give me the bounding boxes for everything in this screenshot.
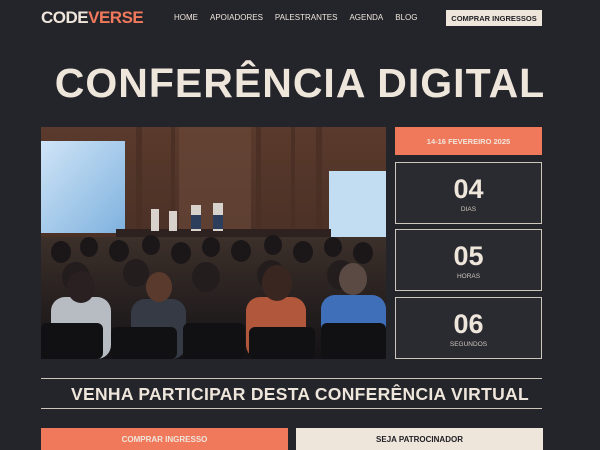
countdown-seconds: 06 SEGUNDOS	[395, 297, 542, 359]
divider-bottom	[41, 408, 542, 409]
top-navbar: CODEVERSE HOME APOIADORES PALESTRANTES A…	[0, 0, 600, 36]
countdown-days-label: DIAS	[460, 206, 477, 213]
nav-item-blog[interactable]: BLOG	[395, 13, 417, 22]
countdown-hours-label: HORAS	[456, 273, 481, 280]
tagline-heading: VENHA PARTICIPAR DESTA CONFERÊNCIA VIRTU…	[71, 384, 529, 404]
nav-item-agenda[interactable]: AGENDA	[349, 13, 383, 22]
page-title: CONFERÊNCIA DIGITAL	[54, 60, 546, 106]
countdown-seconds-value: 06	[453, 309, 484, 339]
countdown-seconds-label: SEGUNDOS	[449, 341, 488, 348]
main-menu: HOME APOIADORES PALESTRANTES AGENDA BLOG	[174, 13, 429, 22]
brand-logo[interactable]: CODEVERSE	[41, 8, 144, 28]
brand-logo-part1: CODE	[41, 8, 89, 27]
become-sponsor-button[interactable]: SEJA PATROCINADOR	[296, 428, 543, 450]
conference-photo	[41, 127, 386, 359]
brand-logo-part2: VERSE	[88, 8, 144, 27]
buy-ticket-button[interactable]: COMPRAR INGRESSO	[41, 428, 288, 450]
event-date-badge: 14-16 FEVEREIRO 2025	[395, 127, 542, 155]
nav-item-apoiadores[interactable]: APOIADORES	[210, 13, 263, 22]
conference-photo-illustration	[41, 127, 386, 359]
countdown-hours-value: 05	[453, 241, 484, 271]
nav-item-home[interactable]: HOME	[174, 13, 198, 22]
nav-item-palestrantes[interactable]: PALESTRANTES	[275, 13, 338, 22]
countdown-days-value: 04	[453, 174, 484, 204]
buy-tickets-nav-button[interactable]: COMPRAR INGRESSOS	[446, 10, 542, 26]
divider-top	[41, 378, 542, 379]
countdown-days: 04 DIAS	[395, 162, 542, 224]
countdown-hours: 05 HORAS	[395, 229, 542, 291]
